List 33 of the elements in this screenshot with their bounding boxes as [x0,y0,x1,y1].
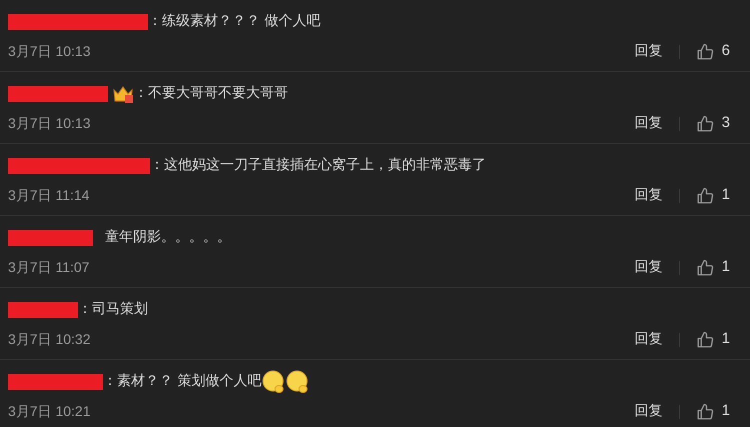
like-button[interactable]: 1 [696,256,730,279]
like-button[interactable]: 3 [696,112,730,135]
thumbs-up-icon [696,186,714,204]
like-button[interactable]: 1 [696,328,730,351]
reply-button[interactable]: 回复 [634,401,663,422]
reply-button[interactable]: 回复 [634,185,663,206]
comment-text: ：不要大哥哥不要大哥哥 [134,84,288,103]
like-button[interactable]: 6 [696,40,730,63]
comment-text: ：练级素材？？？ 做个人吧 [148,12,320,31]
comment-text: ：素材？？ 策划做个人吧 [103,372,262,391]
timestamp: 3月7日 10:32 [8,330,90,349]
comment-text: ：司马策划 [78,300,148,319]
like-button[interactable]: 1 [696,184,730,207]
emoji-icon [261,370,286,394]
reply-button[interactable]: 回复 [634,257,663,278]
thumbs-up-icon [696,258,714,276]
timestamp: 3月7日 11:07 [8,258,90,277]
comment-text: 童年阴影。。。。。 [105,228,231,247]
reply-button[interactable]: 回复 [634,113,663,134]
thumbs-up-icon [696,402,714,420]
reply-button[interactable]: 回复 [634,41,663,62]
like-button[interactable]: 1 [696,400,730,423]
timestamp: 3月7日 10:21 [8,402,90,421]
timestamp: 3月7日 11:14 [8,186,90,205]
thumbs-up-icon [696,330,714,348]
thumbs-up-icon [696,42,714,60]
reply-button[interactable]: 回复 [634,329,663,350]
comment-text: ：这他妈这一刀子直接插在心窝子上，真的非常恶毒了 [150,156,486,175]
timestamp: 3月7日 10:13 [8,114,90,133]
thumbs-up-icon [696,114,714,132]
emoji-icon [285,370,310,394]
redaction-bar [8,302,78,318]
timestamp: 3月7日 10:13 [8,42,90,61]
